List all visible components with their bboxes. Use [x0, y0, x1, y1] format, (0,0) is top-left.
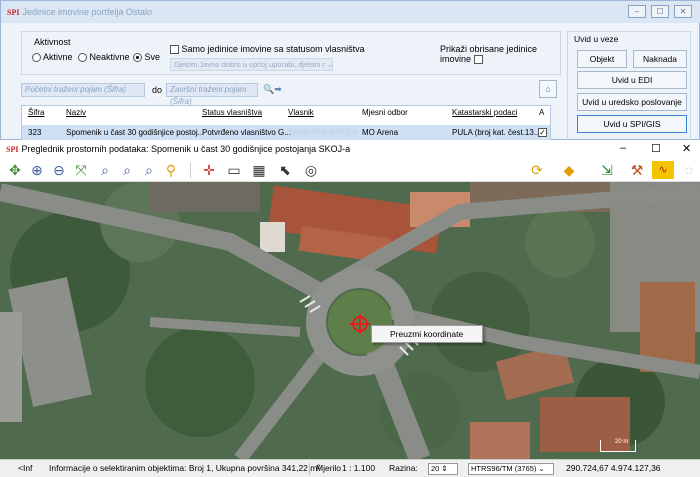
records-grid: Šifra Naziv Status vlasništva Vlasnik Mj…: [21, 105, 551, 141]
map-canvas[interactable]: Preuzmi koordinate 20 m: [0, 182, 700, 459]
zoom-selection-icon[interactable]: ⌕: [118, 161, 136, 179]
identify-icon[interactable]: ⚲: [162, 161, 180, 179]
cell-vlasnik: GRAD PULA POLA: [288, 128, 358, 137]
mjerilo-label: Mjerilo: [316, 463, 342, 473]
table-icon[interactable]: ▦: [250, 161, 268, 179]
viewer-title-bar: SPI Preglednik prostornih podataka: Spome…: [0, 140, 700, 158]
scale-label: 20 m: [615, 439, 629, 445]
crs-dropdown[interactable]: HTRS96/TM (3765) ⌄: [468, 463, 554, 475]
checkbox-obrisane[interactable]: Prikaži obrisane jedinice imovine: [440, 44, 560, 65]
radio-neaktivne[interactable]: Neaktivne: [78, 52, 130, 63]
cell-status: Potvrđeno vlasništvo G...: [202, 128, 291, 137]
bg-title-bar: SPI Jedinice imovine portfelja Ostalo: [1, 1, 700, 23]
bg-maximize-button[interactable]: ☐: [651, 5, 669, 18]
zoom-in-icon[interactable]: ⊕: [28, 161, 46, 179]
radio-sve[interactable]: Sve: [133, 52, 160, 63]
search-map-icon[interactable]: ◎: [302, 161, 320, 179]
spi-logo: SPI: [7, 8, 20, 17]
full-extent-icon[interactable]: ⤧: [72, 161, 90, 179]
export-icon[interactable]: ⇲: [598, 161, 616, 179]
viewer-window: SPI Preglednik prostornih podataka: Spome…: [0, 140, 700, 477]
col-naziv[interactable]: Naziv: [66, 108, 86, 117]
razina-label: Razina:: [389, 463, 418, 473]
radio-aktivne[interactable]: Aktivne: [32, 52, 73, 63]
settings-icon[interactable]: ◌: [680, 161, 698, 179]
aktivnost-label: Aktivnost: [34, 37, 71, 47]
basemap-icon[interactable]: ◆: [560, 161, 578, 179]
cell-a-checkbox[interactable]: ✓: [538, 127, 547, 138]
bg-minimize-button[interactable]: –: [628, 5, 646, 18]
mjerilo-value: 1 : 1.100: [342, 463, 376, 473]
minimize-button[interactable]: –: [620, 142, 626, 154]
cell-naziv: Spomenik u čast 30 godišnjice postoj...: [66, 128, 205, 137]
status-separator: [309, 463, 310, 475]
viewer-spi-logo: SPI: [6, 145, 19, 154]
zoom-previous-icon[interactable]: ⌕: [140, 161, 158, 179]
layers-icon[interactable]: ⟳: [528, 161, 546, 179]
uvid-uredsko-button[interactable]: Uvid u uredsko poslovanje: [577, 93, 687, 111]
col-status[interactable]: Status vlasništva: [202, 108, 262, 117]
col-a[interactable]: A: [539, 108, 544, 117]
uvid-spi-button[interactable]: Uvid u SPI/GIS: [577, 115, 687, 133]
background-window: SPI Jedinice imovine portfelja Ostalo – ☐…: [0, 0, 700, 141]
select-icon[interactable]: ⬉: [276, 161, 294, 179]
inf-label: <Inf: [18, 463, 33, 473]
toolbar-separator: [190, 162, 191, 178]
selection-info: Informacije o selektiranim objektima: Br…: [49, 463, 321, 473]
aerial-map-image: [0, 182, 700, 459]
status-bar: <Inf Informacije o selektiranim objektim…: [0, 459, 700, 477]
bg-close-button[interactable]: ✕: [674, 5, 692, 18]
status-dropdown[interactable]: Djelom Javno dobro u općoj uporabi, djel…: [170, 58, 333, 71]
checkbox-samo[interactable]: Samo jedinice imovine sa statusom vlasni…: [170, 44, 365, 55]
coordinates-readout: 290.724,67 4.974.127,36: [566, 463, 661, 473]
cell-sifra: 323: [28, 128, 42, 137]
viewer-title: Preglednik prostornih podataka: Spomenik…: [21, 144, 351, 154]
razina-spinner[interactable]: 20 ⇕: [428, 463, 458, 475]
objekt-button[interactable]: Objekt: [577, 50, 627, 68]
pan-icon[interactable]: ✥: [6, 161, 24, 179]
search-to-input[interactable]: Završni traženi pojam (Šifra): [166, 83, 258, 106]
uvid-group-label: Uvid u veze: [574, 34, 619, 44]
zoom-out-icon[interactable]: ⊖: [50, 161, 68, 179]
tools-icon[interactable]: ⚒: [628, 161, 646, 179]
cell-katastar: PULA (broj kat. čest.13...: [452, 128, 541, 137]
col-sifra[interactable]: Šifra: [28, 108, 44, 117]
map-toolbar: ✥ ⊕ ⊖ ⤧ ⌕ ⌕ ⌕ ⚲ ✛ ▭ ▦ ⬉ ◎ ⟳ ◆ ⇲ ⚒ ∿ ◌: [0, 158, 700, 182]
close-button[interactable]: ✕: [682, 142, 691, 155]
col-vlasnik[interactable]: Vlasnik: [288, 108, 314, 117]
naknada-button[interactable]: Naknada: [633, 50, 687, 68]
cell-mjesni-odbor: MO Arena: [362, 128, 399, 137]
search-icon[interactable]: 🔍➡: [263, 84, 282, 95]
col-katastar[interactable]: Katastarski podaci: [452, 108, 517, 117]
scale-bar: 20 m: [600, 439, 636, 452]
maximize-button[interactable]: ☐: [651, 142, 661, 155]
measure-icon[interactable]: ▭: [225, 161, 243, 179]
filter-group: Aktivnost Aktivne Neaktivne Sve Samo jed…: [21, 31, 561, 75]
coords-tool-icon[interactable]: ∿: [652, 161, 674, 179]
bg-window-title: Jedinice imovine portfelja Ostalo: [22, 7, 153, 17]
do-label: do: [152, 85, 163, 95]
home-icon[interactable]: ⌂: [539, 80, 557, 98]
context-menu-preuzmi[interactable]: Preuzmi koordinate: [371, 325, 483, 343]
coordinate-icon[interactable]: ✛: [200, 161, 218, 179]
col-mjesni-odbor[interactable]: Mjesni odbor: [362, 108, 408, 117]
uvid-edi-button[interactable]: Uvid u EDI: [577, 71, 687, 89]
zoom-layer-icon[interactable]: ⌕: [96, 161, 114, 179]
search-from-input[interactable]: Početni traženi pojam (Šifra): [21, 83, 145, 97]
